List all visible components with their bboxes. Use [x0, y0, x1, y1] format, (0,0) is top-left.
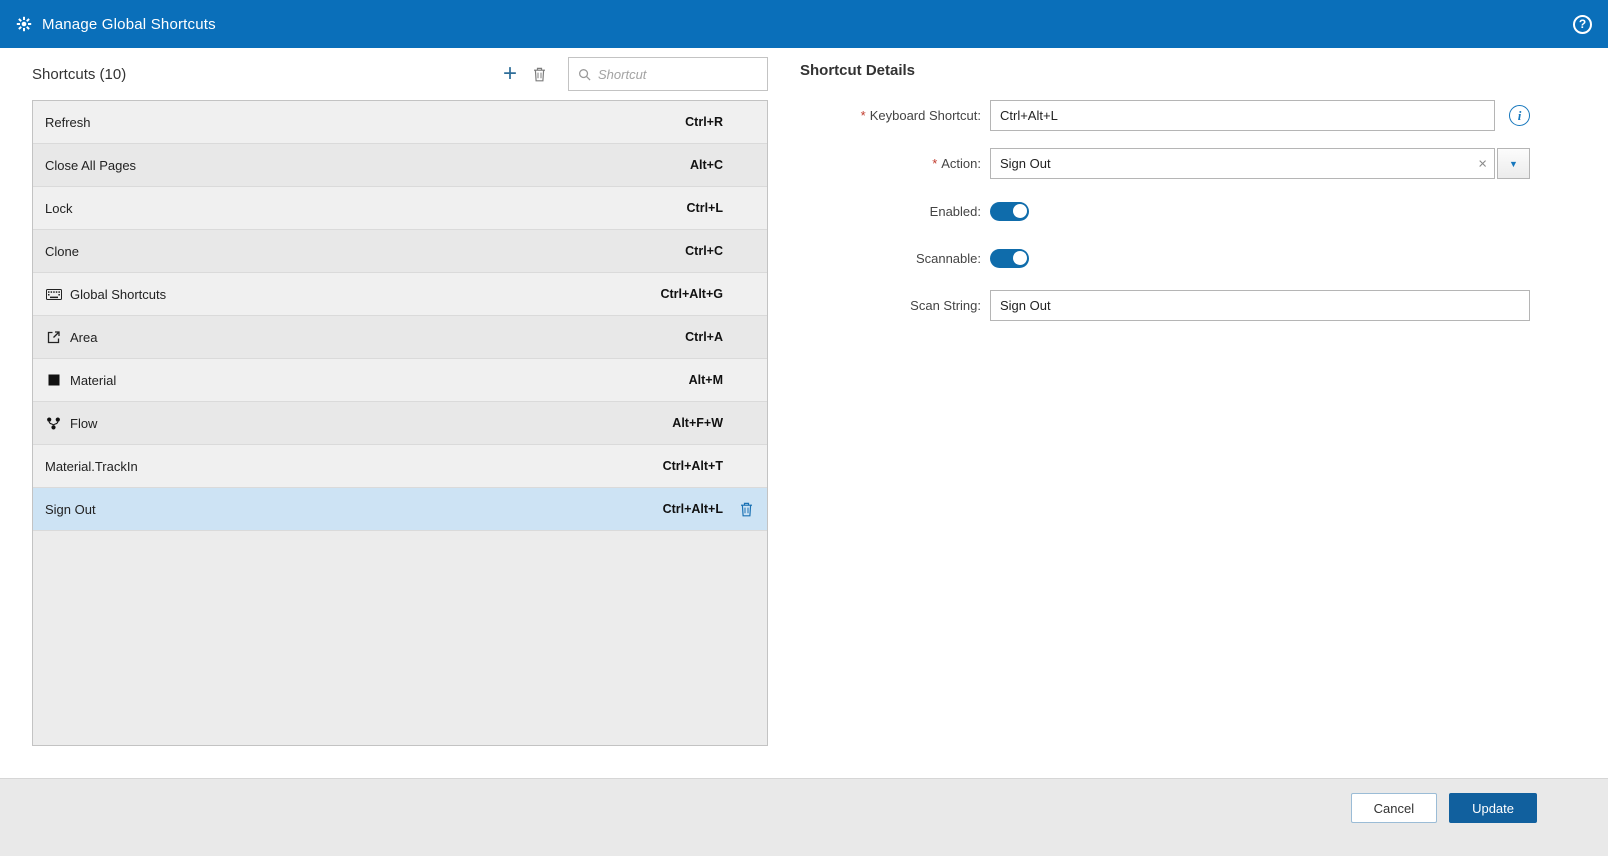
enabled-toggle[interactable] [990, 201, 1029, 221]
shortcut-label: Material.TrackIn [45, 458, 138, 474]
action-row: *Action: × ▼ [800, 148, 1590, 179]
shortcuts-panel-header: Shortcuts (10) + [32, 48, 768, 100]
area-icon [45, 330, 62, 344]
enabled-label: Enabled: [929, 203, 981, 219]
shortcut-keys: Ctrl+Alt+T [662, 459, 723, 473]
delete-row-button[interactable] [733, 502, 753, 517]
action-dropdown-button[interactable]: ▼ [1497, 148, 1530, 179]
shortcut-label: Sign Out [45, 501, 96, 517]
shortcut-keys: Ctrl+L [686, 201, 723, 215]
shortcut-keys: Alt+M [688, 373, 723, 387]
keyboard-icon [45, 288, 62, 300]
shortcut-row[interactable]: Area Ctrl+A [33, 316, 767, 359]
shortcut-label: Area [70, 329, 98, 345]
shortcut-label: Global Shortcuts [70, 286, 167, 302]
flow-icon [45, 417, 62, 430]
details-title: Shortcut Details [800, 62, 916, 79]
shortcut-row[interactable]: Material Alt+M [33, 359, 767, 402]
keyboard-shortcut-row: *Keyboard Shortcut: i [800, 100, 1590, 131]
cancel-button[interactable]: Cancel [1350, 793, 1438, 823]
shortcut-row[interactable]: Refresh Ctrl+R [33, 101, 767, 144]
search-icon [579, 68, 591, 81]
shortcut-row[interactable]: Flow Alt+F+W [33, 402, 767, 445]
shortcut-label: Material [70, 372, 117, 388]
shortcut-row[interactable]: Clone Ctrl+C [33, 230, 767, 273]
required-asterisk: * [860, 108, 866, 123]
shortcut-label: Lock [45, 200, 73, 216]
scan-string-input[interactable] [990, 290, 1530, 321]
shortcut-row-selected[interactable]: Sign Out Ctrl+Alt+L [33, 488, 767, 531]
chevron-down-icon: ▼ [1509, 158, 1518, 169]
shortcuts-panel: Shortcuts (10) + Refresh [32, 48, 768, 746]
shortcut-row[interactable]: Lock Ctrl+L [33, 187, 767, 230]
action-label: * Action: [932, 156, 981, 171]
scan-string-label: Scan String: [910, 298, 981, 313]
help-icon[interactable]: ? [1573, 14, 1592, 34]
action-combobox: × [990, 148, 1495, 179]
update-button[interactable]: Update [1449, 793, 1537, 823]
shortcut-label: Close All Pages [45, 157, 137, 173]
shortcut-keys: Alt+C [690, 158, 723, 172]
keyboard-shortcut-input[interactable] [990, 100, 1495, 131]
shortcut-keys: Ctrl+Alt+G [660, 287, 723, 301]
action-input[interactable] [990, 148, 1495, 179]
add-shortcut-button[interactable]: + [503, 62, 517, 86]
shortcut-label: Flow [70, 415, 98, 431]
shortcut-keys: Alt+F+W [672, 416, 723, 430]
shortcut-list: Refresh Ctrl+R Close All Pages Alt+C Loc… [32, 100, 768, 746]
shortcut-keys: Ctrl+Alt+L [662, 502, 723, 516]
enabled-row: Enabled: [800, 196, 1590, 226]
shortcut-keys: Ctrl+C [685, 244, 723, 258]
shortcut-row[interactable]: Close All Pages Alt+C [33, 144, 767, 187]
shortcut-row[interactable]: Global Shortcuts Ctrl+Alt+G [33, 273, 767, 316]
shortcut-keys: Ctrl+R [685, 115, 723, 129]
material-icon [45, 374, 62, 386]
required-asterisk: * [932, 156, 938, 171]
shortcut-label: Refresh [45, 114, 91, 130]
page-title: Manage Global Shortcuts [42, 15, 216, 33]
delete-shortcut-button[interactable] [533, 67, 546, 82]
shortcuts-actions: + [503, 57, 768, 91]
search-input[interactable] [598, 66, 758, 82]
shortcut-label: Clone [45, 243, 79, 259]
shortcut-row[interactable]: Material.TrackIn Ctrl+Alt+T [33, 445, 767, 488]
trash-icon [534, 67, 545, 81]
shortcut-keys: Ctrl+A [685, 330, 723, 344]
shortcuts-app-icon [16, 16, 32, 32]
title-bar: Manage Global Shortcuts ? [0, 0, 1608, 48]
clear-icon[interactable]: × [1478, 156, 1487, 171]
scannable-row: Scannable: [800, 243, 1590, 273]
shortcut-search [568, 57, 768, 91]
trash-icon [741, 502, 752, 516]
shortcut-details-panel: Shortcut Details *Keyboard Shortcut: i *… [800, 48, 1590, 338]
keyboard-shortcut-label: * Keyboard Shortcut: [860, 108, 981, 123]
scannable-label: Scannable: [915, 250, 981, 266]
shortcuts-count-title: Shortcuts (10) [32, 65, 127, 83]
info-icon[interactable]: i [1509, 105, 1530, 126]
scan-string-row: Scan String: [800, 290, 1590, 321]
footer-bar: Cancel Update [0, 778, 1608, 856]
scannable-toggle[interactable] [990, 248, 1029, 268]
